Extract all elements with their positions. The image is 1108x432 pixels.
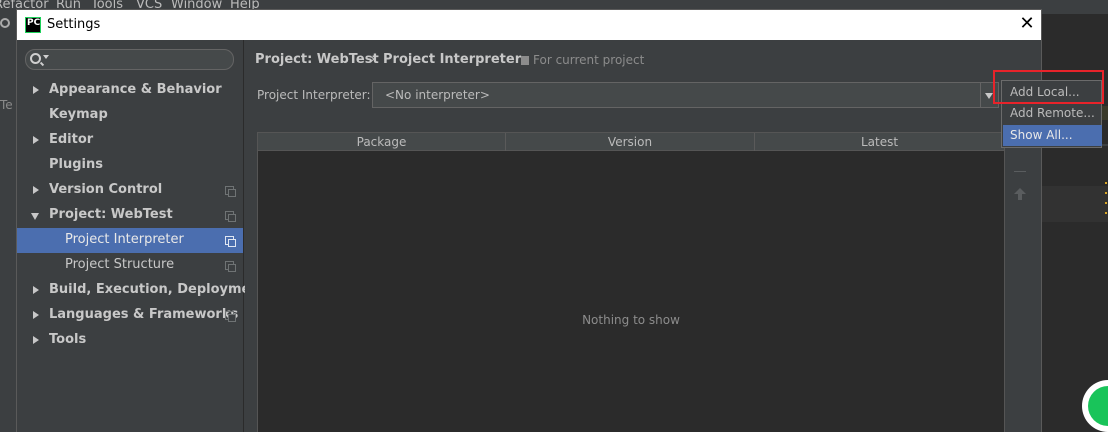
interpreter-select[interactable]: <No interpreter> <box>372 82 999 108</box>
interpreter-options-menu: Add Local... Add Remote... Show All... <box>1001 80 1102 148</box>
packages-table: Package Version Latest Nothing to show <box>257 132 1005 432</box>
breadcrumb-separator: › <box>370 52 376 67</box>
dialog-titlebar: PC Settings ✕ <box>17 10 1041 40</box>
ide-left-fragment: Te <box>0 98 13 112</box>
project-scope-icon <box>225 236 236 247</box>
chevron-right-icon <box>33 86 39 94</box>
show-all-menu-item[interactable]: Show All... <box>1003 125 1102 146</box>
search-input[interactable] <box>52 51 230 68</box>
sidebar-item-project-structure[interactable]: Project Structure <box>17 253 243 278</box>
pycharm-icon: PC <box>25 17 41 33</box>
sidebar-item-appearance[interactable]: Appearance & Behavior <box>17 78 243 103</box>
project-scope-icon <box>225 211 236 222</box>
gutter-marker <box>1105 212 1107 214</box>
close-icon[interactable]: ✕ <box>1017 14 1037 34</box>
project-scope-icon <box>225 186 236 197</box>
sidebar-item-keymap[interactable]: Keymap <box>17 103 243 128</box>
table-toolbar <box>1006 132 1034 432</box>
chevron-right-icon <box>33 336 39 344</box>
chevron-right-icon <box>33 136 39 144</box>
sidebar-item-project-interpreter[interactable]: Project Interpreter <box>17 228 243 253</box>
sidebar-item-project[interactable]: Project: WebTest <box>17 203 243 228</box>
ide-editor-area <box>1042 14 1108 432</box>
add-local-menu-item[interactable]: Add Local... <box>1003 82 1102 103</box>
gutter-marker <box>1105 202 1107 204</box>
empty-state-text: Nothing to show <box>582 313 680 327</box>
chevron-right-icon <box>33 311 39 319</box>
column-version[interactable]: Version <box>506 133 755 151</box>
chevron-down-icon <box>31 213 39 220</box>
settings-main-panel: Project: WebTest › Project Interpreter F… <box>245 40 1041 432</box>
sidebar-item-editor[interactable]: Editor <box>17 128 243 153</box>
add-remote-menu-item[interactable]: Add Remote... <box>1003 103 1102 124</box>
settings-sidebar: Appearance & Behavior Keymap Editor Plug… <box>17 40 266 432</box>
gutter-marker <box>1105 192 1107 194</box>
search-icon <box>0 18 10 28</box>
project-scope-icon <box>521 56 529 65</box>
sidebar-item-version-control[interactable]: Version Control <box>17 178 243 203</box>
dialog-title: Settings <box>47 17 101 32</box>
interpreter-label: Project Interpreter: <box>257 88 371 102</box>
scope-note: For current project <box>533 53 645 67</box>
upgrade-arrow-icon[interactable] <box>1014 188 1026 200</box>
chevron-down-icon[interactable] <box>985 93 993 99</box>
chevron-right-icon <box>33 186 39 194</box>
chevron-down-icon <box>43 55 49 59</box>
sidebar-item-plugins[interactable]: Plugins <box>17 153 243 178</box>
chevron-right-icon <box>33 286 39 294</box>
sidebar-item-languages[interactable]: Languages & Frameworks <box>17 303 243 328</box>
minus-icon[interactable] <box>1014 171 1026 172</box>
settings-dialog: PC Settings ✕ Appearance & Behavior Keym… <box>16 9 1042 432</box>
project-scope-icon <box>225 261 236 272</box>
project-scope-icon <box>225 311 236 322</box>
search-icon <box>30 53 41 64</box>
editor-current-line <box>1042 186 1108 222</box>
interpreter-value: <No interpreter> <box>385 88 490 102</box>
column-latest[interactable]: Latest <box>755 133 1004 151</box>
gutter-marker <box>1105 182 1107 184</box>
breadcrumb-parent[interactable]: Project: WebTest <box>255 52 379 67</box>
sidebar-item-tools[interactable]: Tools <box>17 328 243 353</box>
column-package[interactable]: Package <box>258 133 506 151</box>
settings-search[interactable] <box>25 49 234 70</box>
table-header: Package Version Latest <box>258 133 1004 151</box>
page-title: Project Interpreter <box>383 52 522 67</box>
sidebar-item-build[interactable]: Build, Execution, Deployment <box>17 278 266 303</box>
ide-left-panel: Te <box>0 14 16 432</box>
